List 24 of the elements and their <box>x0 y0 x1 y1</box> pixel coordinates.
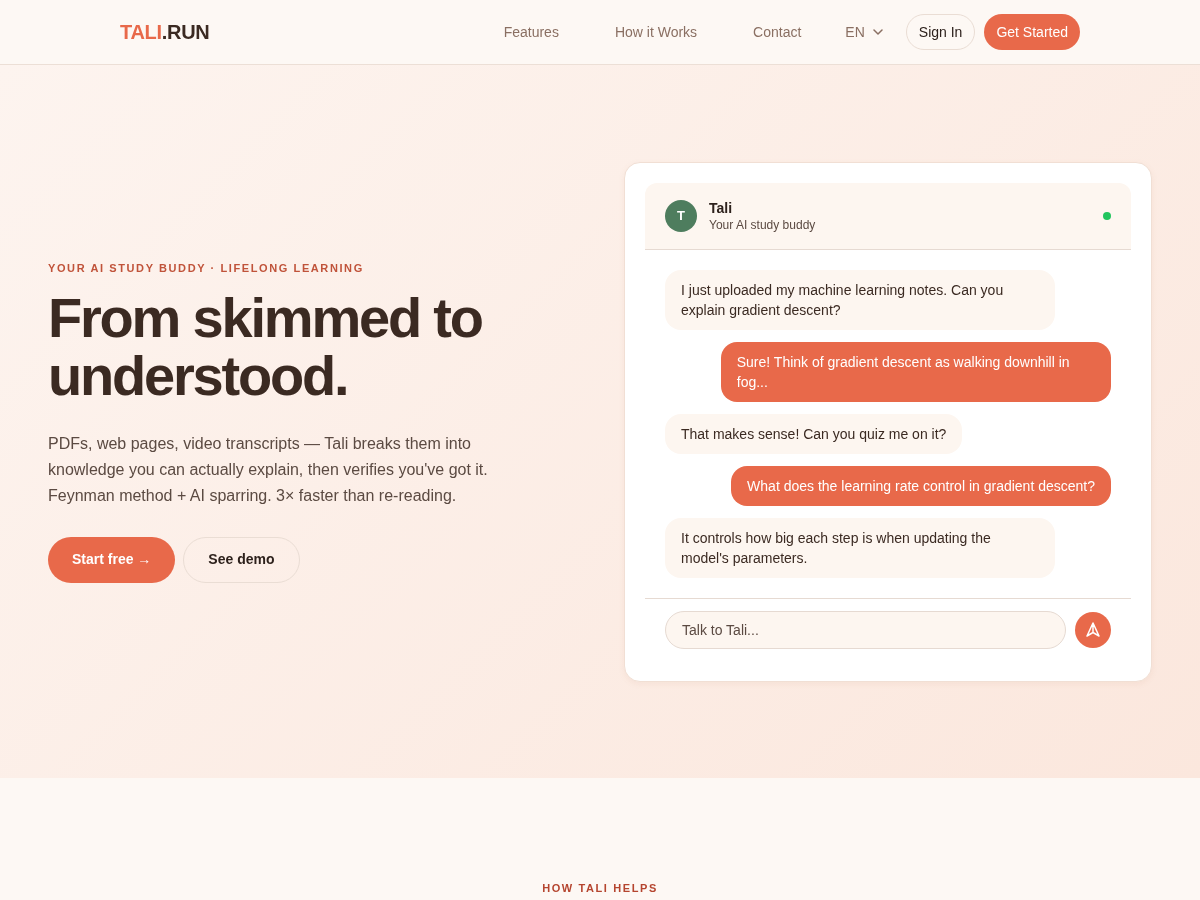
hero-description: PDFs, web pages, video transcripts — Tali breaks them into knowledge you can actually explain, then verifies you've got it. Feynman method + AI sparring. 3× faster than re-reading. <box>48 433 489 506</box>
logo[interactable]: TALI.RUN <box>120 17 210 47</box>
section-eyebrow: HOW TALI HELPS <box>542 881 658 896</box>
get-started-button[interactable]: Get Started <box>984 14 1080 50</box>
chat-message: Sure! Think of gradient descent as walking downhill in fog... <box>720 341 1111 402</box>
chat-message: What does the learning rate control in gradient descent? <box>731 465 1111 506</box>
chat-message: That makes sense! Can you quiz me on it? <box>665 413 963 454</box>
chevron-down-icon <box>872 29 883 35</box>
nav-link[interactable]: How it Works <box>614 21 698 43</box>
chat-message: I just uploaded my machine learning notes. Can you explain gradient descent? <box>665 269 1056 330</box>
send-icon <box>1086 622 1100 637</box>
start-free-button[interactable]: Start free → <box>48 536 176 583</box>
language-selector[interactable]: EN <box>845 21 883 43</box>
chat-name: Tali <box>709 198 734 217</box>
chat-message: It controls how big each step is when updating the model's parameters. <box>665 517 1056 578</box>
avatar: T <box>665 199 697 232</box>
eyebrow-text: YOUR AI STUDY BUDDY · LIFELONG LEARNING <box>48 261 365 277</box>
send-button[interactable] <box>1075 611 1111 648</box>
nav-link[interactable]: Contact <box>753 21 802 43</box>
nav-link[interactable]: Features <box>503 21 559 43</box>
message-input[interactable]: Talk to Tali... <box>665 610 1066 649</box>
chat-subtitle: Your AI study buddy <box>709 216 817 233</box>
sign-in-button[interactable]: Sign In <box>905 14 976 50</box>
hero-heading: From skimmed to understood. <box>48 288 483 405</box>
